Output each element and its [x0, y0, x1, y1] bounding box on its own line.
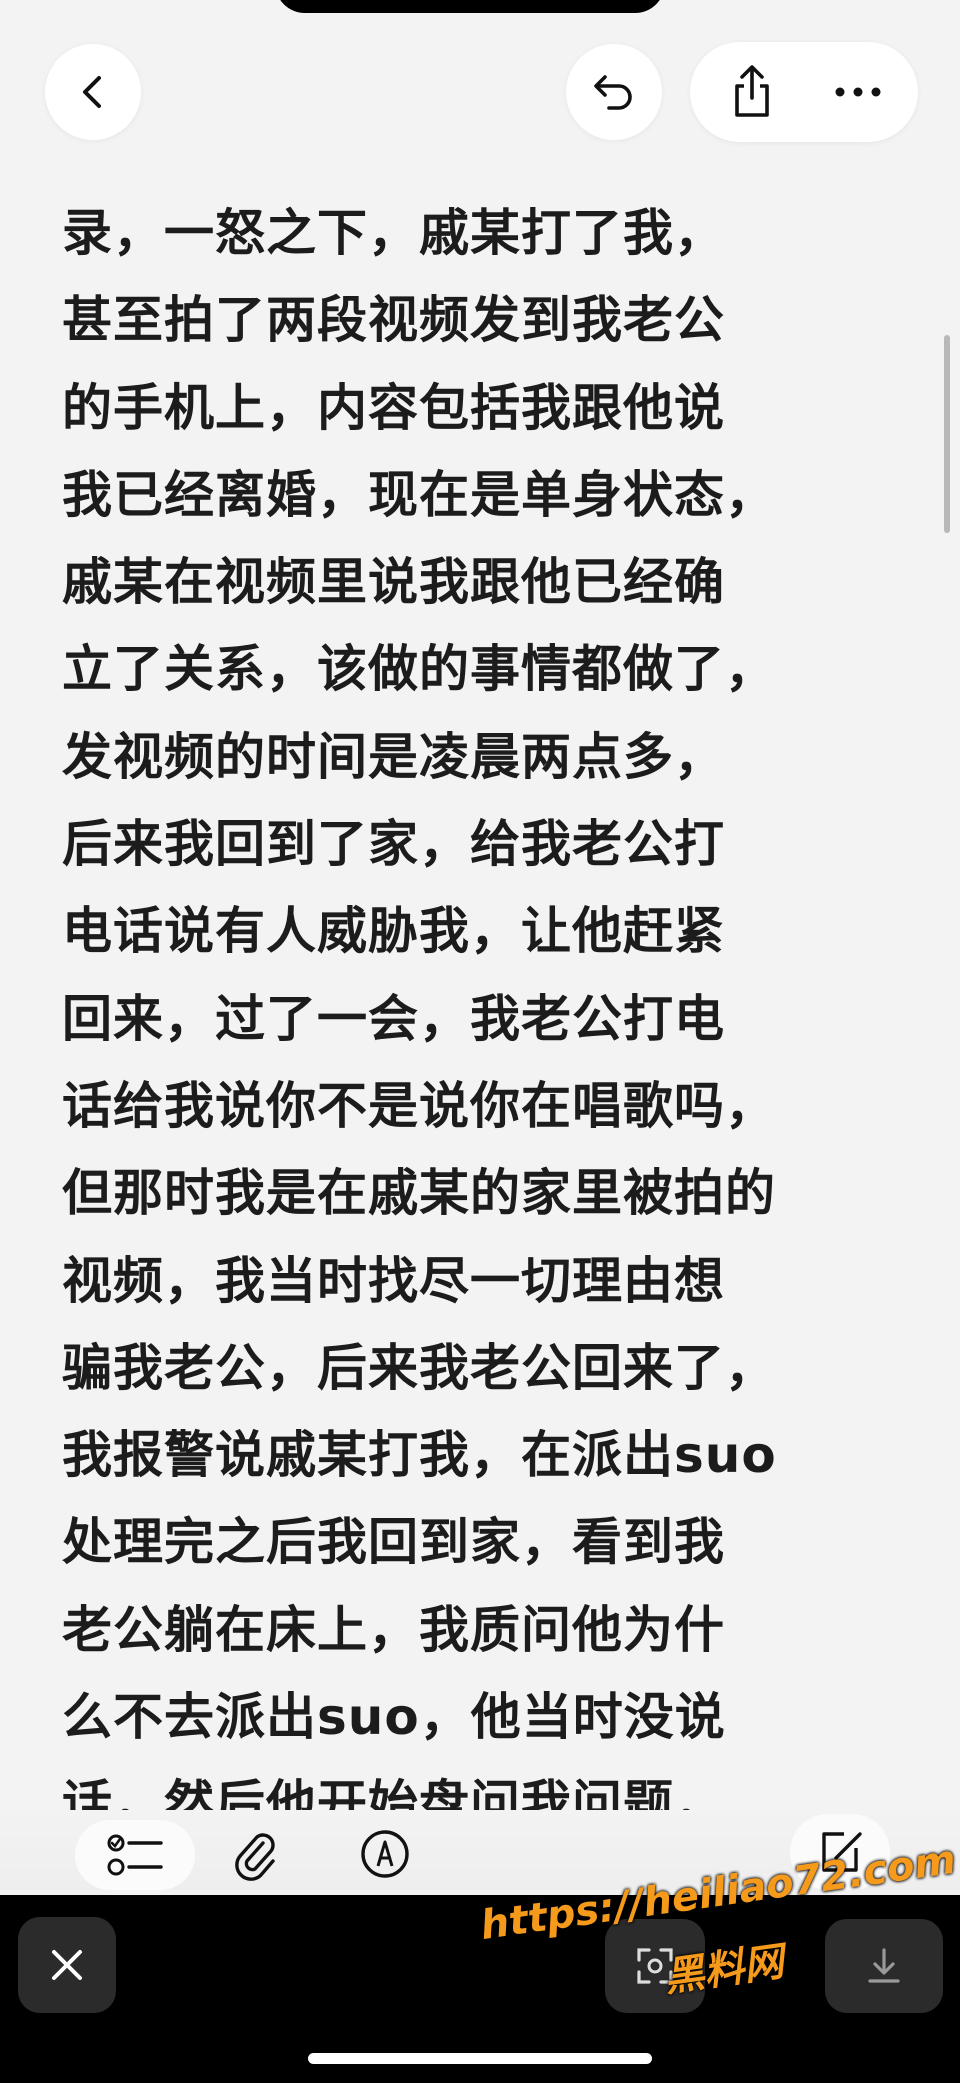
note-line: 录，一怒之下，戚某打了我， [62, 204, 725, 262]
note-line: 后来我回到了家，给我老公打 [62, 815, 725, 874]
note-line: 处理完之后我回到家，看到我 [62, 1513, 725, 1572]
share-icon [735, 65, 769, 117]
markup-button[interactable] [345, 1818, 425, 1890]
note-line: 我已经离婚，现在是单身状态， [62, 465, 776, 524]
chevron-left-icon [83, 76, 101, 108]
download-icon [868, 1948, 900, 1983]
note-line: 的手机上，内容包括我跟他说 [62, 378, 725, 437]
more-button[interactable] [808, 42, 908, 142]
note-line: 我报警说戚某打我，在派出suo [62, 1426, 777, 1485]
note-line: 老公躺在床上，我质问他为什 [62, 1600, 725, 1659]
note-line: 发视频的时间是凌晨两点多， [62, 727, 725, 786]
more-horizontal-icon [835, 87, 881, 97]
close-button[interactable] [18, 1917, 116, 2013]
markup-pen-icon [361, 1830, 409, 1878]
dynamic-island [275, 0, 665, 13]
note-line: 戚某在视频里说我跟他已经确 [62, 553, 725, 612]
share-button[interactable] [702, 42, 802, 142]
home-indicator [308, 2053, 652, 2064]
note-line: 立了关系，该做的事情都做了， [62, 640, 776, 699]
note-line: 电话说有人威胁我，让他赶紧 [62, 902, 725, 961]
share-more-group [690, 42, 918, 142]
note-line: 么不去派出suo，他当时没说 [62, 1688, 726, 1747]
close-icon [52, 1950, 82, 1980]
note-line: 甚至拍了两段视频发到我老公 [62, 291, 725, 350]
note-line: 回来，过了一会，我老公打电 [62, 989, 725, 1048]
undo-button[interactable] [566, 44, 662, 140]
checklist-button[interactable] [75, 1820, 195, 1890]
note-line: 视频，我当时找尽一切理由想 [62, 1251, 725, 1310]
paperclip-icon [235, 1833, 275, 1881]
attachment-button[interactable] [220, 1820, 290, 1890]
note-line: 骗我老公，后来我老公回来了， [62, 1338, 776, 1397]
vertical-scrollbar[interactable] [944, 335, 950, 533]
download-button[interactable] [825, 1919, 943, 2013]
undo-icon [594, 75, 632, 110]
note-line: 但那时我是在戚某的家里被拍的 [62, 1164, 776, 1223]
note-line: 话给我说你不是说你在唱歌吗， [62, 1076, 776, 1135]
checklist-icon [107, 1834, 163, 1876]
note-body[interactable]: 录，一怒之下，戚某打了我， 甚至拍了两段视频发到我老公 的手机上，内容包括我跟他… [62, 190, 922, 1849]
back-button[interactable] [45, 44, 141, 140]
